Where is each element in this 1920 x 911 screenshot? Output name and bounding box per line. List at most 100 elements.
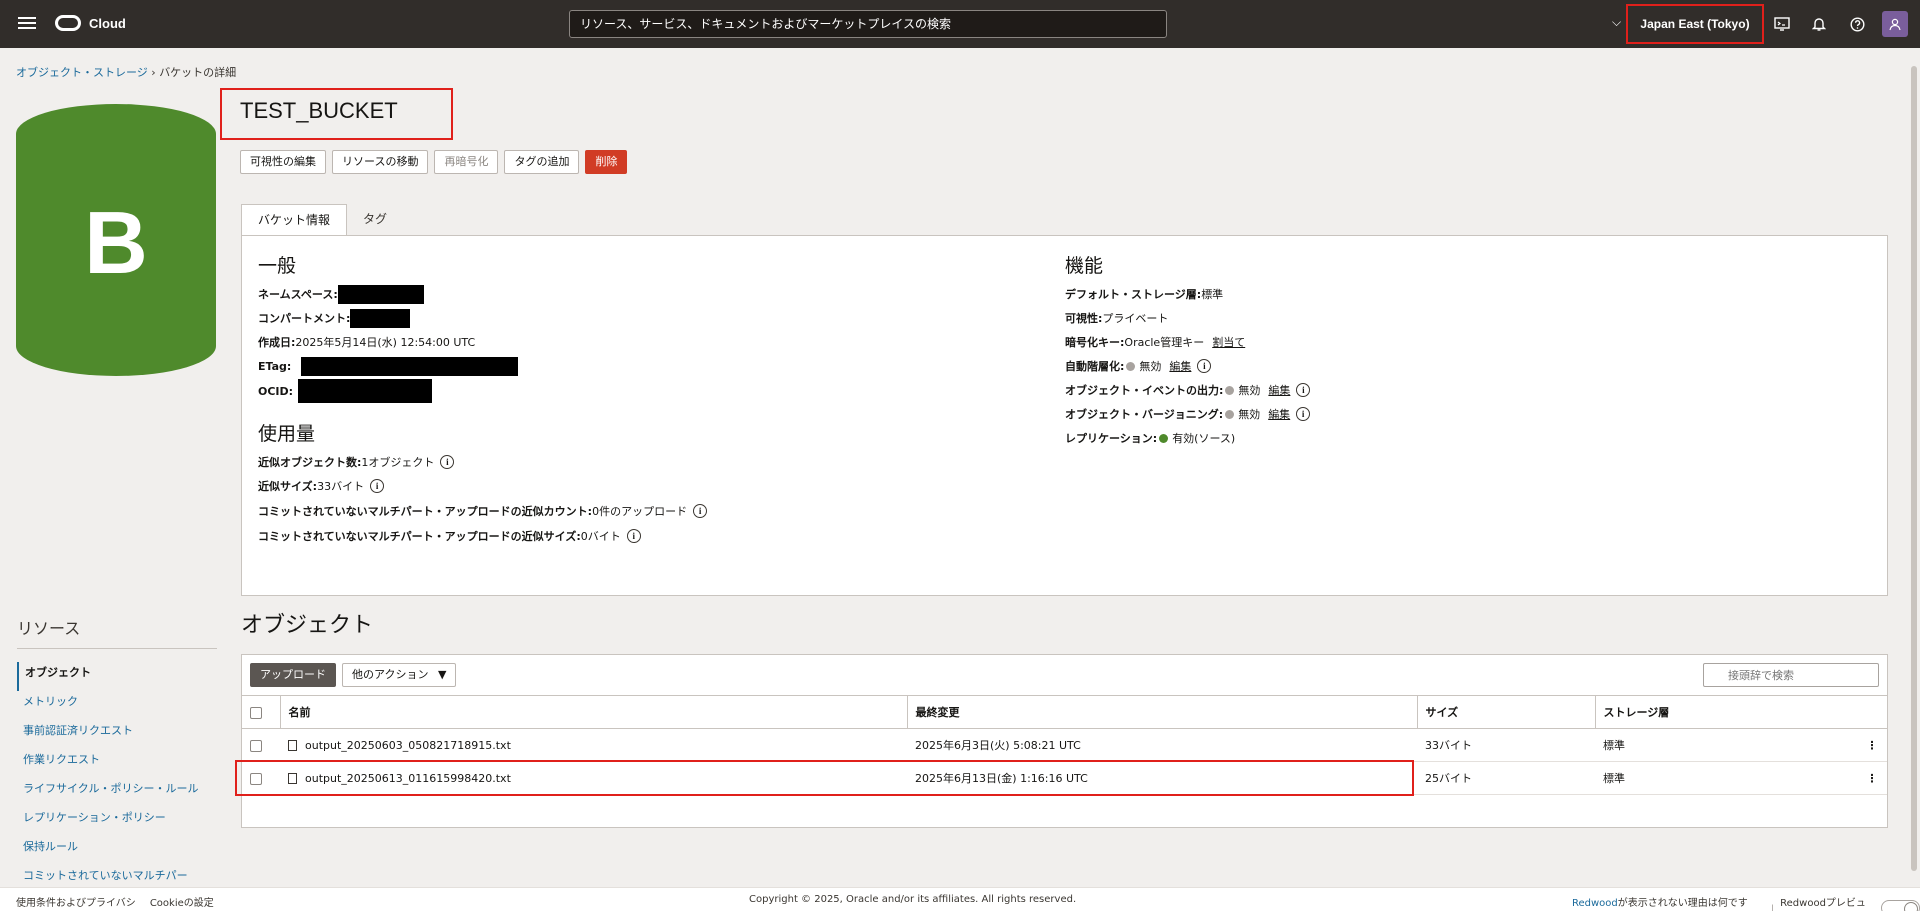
breadcrumb-object-storage[interactable]: オブジェクト・ストレージ bbox=[16, 66, 148, 79]
info-icon[interactable]: i bbox=[626, 529, 641, 543]
cloud-shell-icon[interactable] bbox=[1772, 14, 1792, 34]
compartment-row: コンパートメント: bbox=[258, 308, 411, 328]
footer-links: 使用条件およびプライバシ Cookieの設定 bbox=[16, 894, 214, 909]
resource-item-preauth-requests[interactable]: 事前認証済リクエスト bbox=[17, 720, 217, 749]
add-tags-button[interactable]: タグの追加 bbox=[504, 150, 580, 174]
status-enabled-icon bbox=[1159, 433, 1169, 443]
objects-toolbar: アップロード 他のアクション ▼ bbox=[250, 663, 457, 687]
column-header-tier[interactable]: ストレージ層 bbox=[1594, 695, 1857, 729]
status-disabled-icon bbox=[1126, 361, 1136, 371]
object-events-row: オブジェクト・イベントの出力: 無効 編集 i bbox=[1065, 381, 1311, 399]
terms-link[interactable]: 使用条件およびプライバシ bbox=[16, 894, 136, 909]
resource-item-replication-policy[interactable]: レプリケーション・ポリシー bbox=[17, 807, 217, 836]
resource-item-metrics[interactable]: メトリック bbox=[17, 691, 217, 720]
upload-button[interactable]: アップロード bbox=[250, 663, 336, 687]
encryption-key-value: Oracle管理キー bbox=[1124, 336, 1205, 349]
edit-auto-tiering-link[interactable]: 編集 bbox=[1169, 358, 1191, 374]
column-header-modified[interactable]: 最終変更 bbox=[906, 695, 1417, 729]
redwood-preview-toggle[interactable] bbox=[1880, 900, 1920, 911]
multipart-count-row: コミットされていないマルチパート・アップロードの近似カウント: 0件のアップロー… bbox=[258, 502, 708, 520]
column-header-size[interactable]: サイズ bbox=[1416, 695, 1595, 729]
info-icon[interactable]: i bbox=[1296, 407, 1311, 421]
select-all-checkbox[interactable] bbox=[250, 706, 262, 719]
help-icon[interactable] bbox=[1847, 14, 1867, 34]
object-size: 33バイト bbox=[1417, 728, 1595, 762]
scrollbar-thumb[interactable] bbox=[1911, 66, 1917, 871]
resource-item-objects[interactable]: オブジェクト bbox=[17, 662, 217, 691]
object-name-cell: output_20250613_011615998420.txt bbox=[280, 761, 907, 795]
detail-tabs: バケット情報 タグ bbox=[241, 204, 403, 236]
row-checkbox[interactable] bbox=[250, 772, 262, 785]
status-disabled-icon bbox=[1225, 385, 1235, 395]
user-avatar[interactable] bbox=[1882, 11, 1908, 37]
object-name[interactable]: output_20250603_050821718915.txt bbox=[305, 739, 511, 752]
edit-versioning-link[interactable]: 編集 bbox=[1268, 406, 1290, 422]
auto-tiering-row: 自動階層化: 無効 編集 i bbox=[1065, 357, 1212, 375]
edit-visibility-button[interactable]: 可視性の編集 bbox=[240, 150, 326, 174]
redwood-preview-label: Redwoodプレビュー bbox=[1780, 898, 1866, 909]
storage-tier-label: デフォルト・ストレージ層: bbox=[1065, 288, 1202, 301]
approx-size-row: 近似サイズ: 33バイト i bbox=[258, 477, 385, 495]
delete-button[interactable]: 削除 bbox=[585, 150, 628, 174]
breadcrumb-current: バケットの詳細 bbox=[159, 66, 237, 79]
ocid-row: OCID: bbox=[258, 379, 433, 403]
tab-tags[interactable]: タグ bbox=[347, 204, 403, 236]
namespace-label: ネームスペース: bbox=[258, 288, 338, 301]
row-checkbox[interactable] bbox=[250, 739, 262, 752]
more-actions-label: 他のアクション bbox=[352, 668, 429, 681]
info-icon[interactable]: i bbox=[1197, 359, 1212, 373]
resources-menu: オブジェクト メトリック 事前認証済リクエスト 作業リクエスト ライフサイクル・… bbox=[17, 662, 217, 894]
object-name[interactable]: output_20250613_011615998420.txt bbox=[305, 772, 511, 785]
namespace-redacted bbox=[337, 284, 424, 304]
objects-table: 名前 最終変更 サイズ ストレージ層 output_20250603_05082… bbox=[242, 695, 1887, 795]
move-resource-button[interactable]: リソースの移動 bbox=[332, 150, 429, 174]
region-selector[interactable]: Japan East (Tokyo) bbox=[1626, 4, 1764, 44]
table-row: output_20250613_011615998420.txt 2025年6月… bbox=[242, 761, 1887, 795]
bucket-badge-letter: B bbox=[84, 193, 148, 292]
multipart-size-value: 0バイト bbox=[580, 530, 621, 543]
redwood-link[interactable]: Redwood bbox=[1572, 898, 1618, 909]
features-heading: 機能 bbox=[1065, 256, 1104, 277]
storage-tier-row: デフォルト・ストレージ層: 標準 bbox=[1065, 285, 1223, 303]
compartment-redacted bbox=[350, 308, 411, 328]
resource-item-retention-rules[interactable]: 保持ルール bbox=[17, 836, 217, 865]
auto-tiering-label: 自動階層化: bbox=[1065, 360, 1125, 373]
oracle-logo-icon bbox=[55, 15, 81, 31]
resource-item-work-requests[interactable]: 作業リクエスト bbox=[17, 749, 217, 778]
resource-item-lifecycle-rules[interactable]: ライフサイクル・ポリシー・ルール bbox=[17, 778, 217, 807]
multipart-size-label: コミットされていないマルチパート・アップロードの近似サイズ: bbox=[258, 530, 581, 543]
assign-key-link[interactable]: 割当て bbox=[1212, 334, 1245, 350]
objects-heading: オブジェクト bbox=[241, 612, 374, 637]
oracle-cloud-logo[interactable]: Cloud bbox=[55, 15, 126, 31]
kebab-menu-icon[interactable]: ⋮ bbox=[1857, 728, 1887, 762]
kebab-menu-icon[interactable]: ⋮ bbox=[1857, 761, 1887, 795]
info-icon[interactable]: i bbox=[693, 504, 708, 518]
footer-separator: | bbox=[1770, 903, 1775, 911]
cookie-settings-link[interactable]: Cookieの設定 bbox=[150, 894, 214, 909]
replication-value: 有効(ソース) bbox=[1172, 432, 1236, 445]
encryption-key-row: 暗号化キー: Oracle管理キー 割当て bbox=[1065, 333, 1245, 351]
object-events-label: オブジェクト・イベントの出力: bbox=[1065, 384, 1224, 397]
replication-label: レプリケーション: bbox=[1065, 432, 1158, 445]
column-header-name[interactable]: 名前 bbox=[279, 695, 907, 729]
bell-icon[interactable] bbox=[1809, 14, 1829, 34]
visibility-row: 可視性: プライベート bbox=[1065, 309, 1168, 327]
info-icon[interactable]: i bbox=[1296, 383, 1311, 397]
info-icon[interactable]: i bbox=[370, 479, 385, 493]
edit-object-events-link[interactable]: 編集 bbox=[1268, 382, 1290, 398]
versioning-value: 無効 bbox=[1238, 408, 1261, 421]
prefix-search-input[interactable] bbox=[1703, 663, 1879, 687]
table-header-row: 名前 最終変更 サイズ ストレージ層 bbox=[242, 695, 1887, 729]
bucket-info-panel: 一般 ネームスペース: コンパートメント: 作成日: 2025年5月14日(水)… bbox=[241, 235, 1888, 596]
page-scrollbar[interactable] bbox=[1908, 48, 1920, 887]
search-input[interactable] bbox=[569, 10, 1167, 38]
info-icon[interactable]: i bbox=[440, 455, 455, 469]
etag-row: ETag: bbox=[258, 356, 519, 376]
tab-bucket-info[interactable]: バケット情報 bbox=[241, 204, 348, 236]
more-actions-button[interactable]: 他のアクション ▼ bbox=[342, 663, 457, 687]
menu-icon[interactable] bbox=[18, 14, 36, 34]
chevron-down-icon[interactable]: ⌵ bbox=[1612, 15, 1621, 30]
object-count-row: 近似オブジェクト数: 1オブジェクト i bbox=[258, 453, 455, 471]
table-row: output_20250603_050821718915.txt 2025年6月… bbox=[242, 728, 1887, 762]
re-encrypt-button[interactable]: 再暗号化 bbox=[434, 150, 499, 174]
